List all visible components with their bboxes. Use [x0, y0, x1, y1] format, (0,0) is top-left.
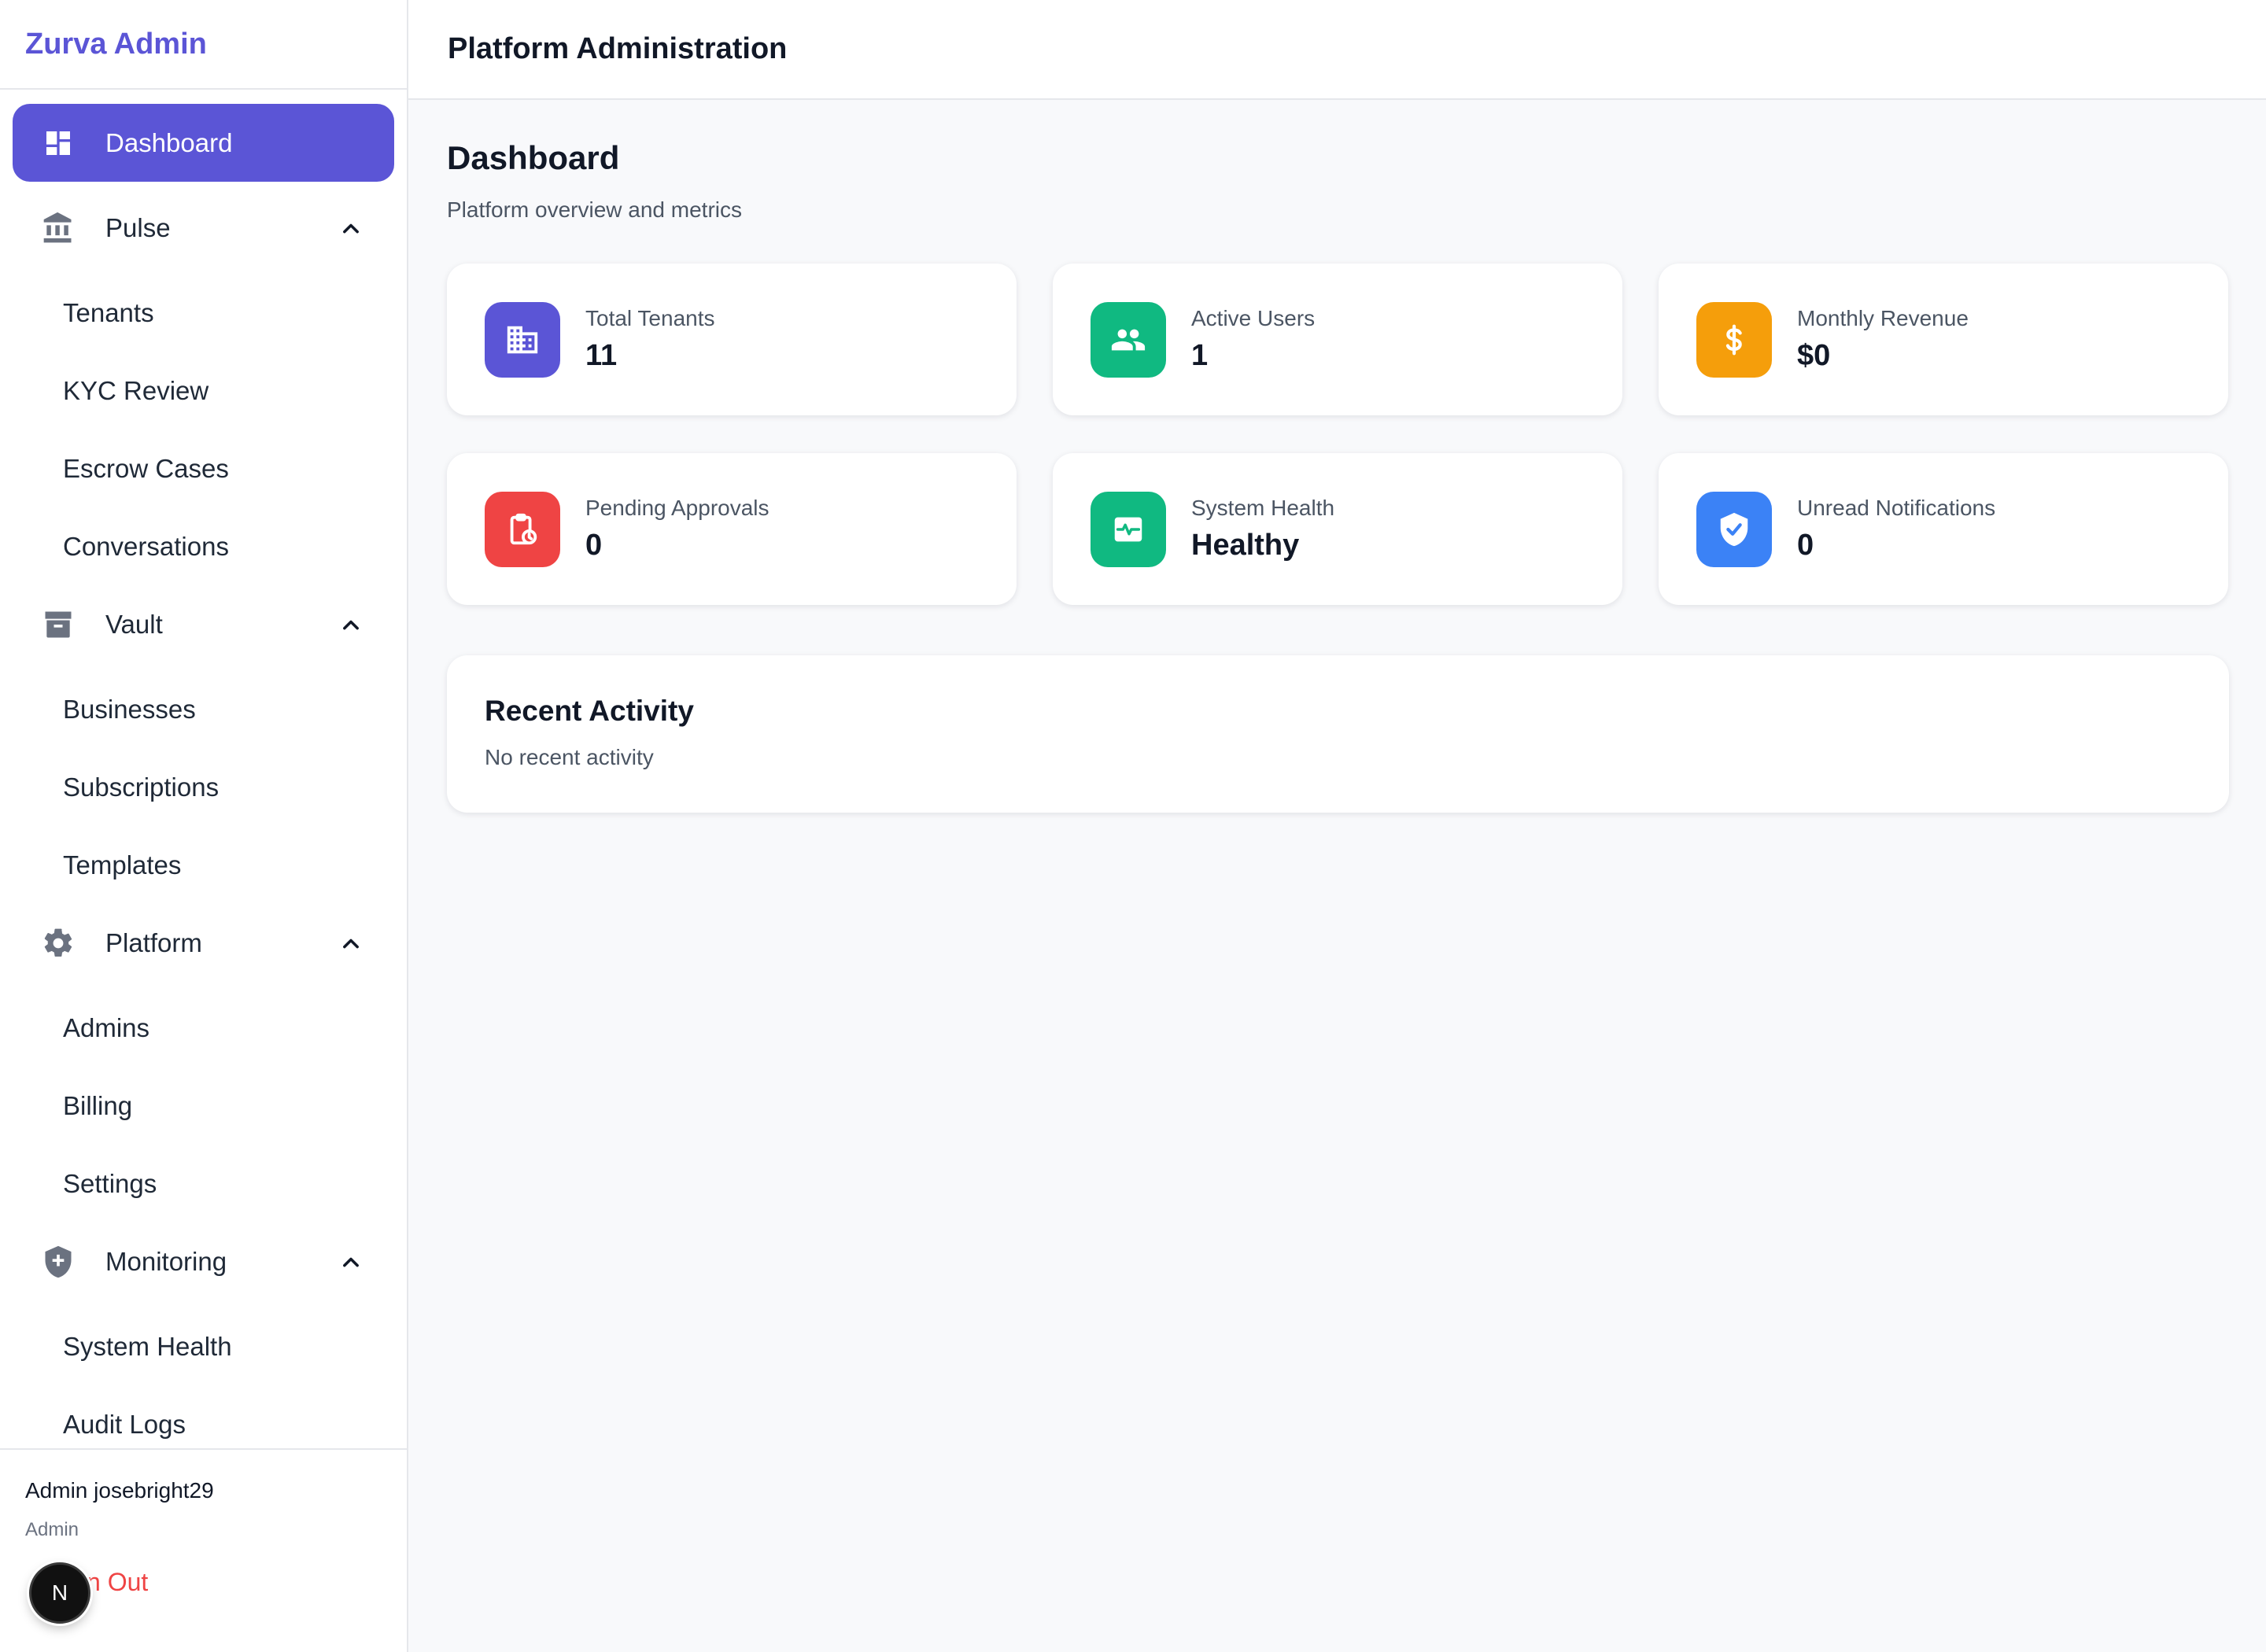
stat-label: Monthly Revenue — [1797, 306, 1969, 330]
sidebar-section-monitoring[interactable]: Monitoring — [13, 1222, 394, 1300]
sidebar-item-tenants[interactable]: Tenants — [13, 274, 394, 352]
pulse-monitor-icon — [1091, 491, 1166, 567]
sidebar-item-label: Dashboard — [105, 127, 233, 157]
stat-value: 0 — [1797, 529, 1814, 562]
user-name: Admin josebright29 — [25, 1478, 214, 1503]
stat-card-total-tenants: Total Tenants 11 — [447, 264, 1017, 415]
stat-card-pending-approvals: Pending Approvals 0 — [447, 453, 1017, 605]
dollar-icon — [1696, 301, 1772, 378]
sidebar-section-vault[interactable]: Vault — [13, 585, 394, 663]
recent-activity-empty: No recent activity — [485, 745, 654, 769]
page-title: Dashboard — [447, 139, 620, 176]
users-icon — [1091, 301, 1166, 378]
sidebar-item-businesses[interactable]: Businesses — [13, 670, 394, 748]
section-label: Platform — [105, 927, 202, 957]
top-bar: Platform Administration — [408, 0, 2266, 100]
shield-plus-icon — [41, 1245, 76, 1279]
building-icon — [485, 301, 560, 378]
section-label: Vault — [105, 609, 163, 639]
sidebar-item-kyc-review[interactable]: KYC Review — [13, 352, 394, 430]
stat-card-active-users: Active Users 1 — [1053, 264, 1622, 415]
stat-label: Pending Approvals — [585, 496, 769, 520]
chevron-up-icon[interactable] — [339, 931, 363, 955]
stats-grid: Total Tenants 11 Active Users 1 Monthly … — [447, 264, 2229, 605]
stat-card-monthly-revenue: Monthly Revenue $0 — [1659, 264, 2228, 415]
stat-label: Active Users — [1191, 306, 1316, 330]
stat-value: 11 — [585, 339, 618, 372]
chevron-up-icon[interactable] — [339, 613, 363, 636]
sidebar-item-billing[interactable]: Billing — [13, 1067, 394, 1145]
sidebar: Zurva Admin Dashboard Pulse Tenants KYC … — [0, 0, 408, 1652]
sidebar-item-settings[interactable]: Settings — [13, 1145, 394, 1222]
recent-activity-title: Recent Activity — [485, 695, 694, 727]
chevron-up-icon[interactable] — [339, 1250, 363, 1274]
chevron-up-icon[interactable] — [339, 216, 363, 240]
stat-value: $0 — [1797, 339, 1831, 372]
archive-icon — [41, 607, 76, 642]
bank-icon — [41, 211, 76, 245]
sidebar-section-pulse[interactable]: Pulse — [13, 189, 394, 267]
sidebar-item-subscriptions[interactable]: Subscriptions — [13, 748, 394, 826]
dashboard-icon — [41, 126, 76, 160]
stat-value: 1 — [1191, 339, 1209, 372]
stat-label: Unread Notifications — [1797, 496, 1996, 520]
stat-card-unread-notifications: Unread Notifications 0 — [1659, 453, 2228, 605]
sidebar-nav: Dashboard Pulse Tenants KYC Review Escro… — [0, 90, 407, 1463]
sidebar-item-templates[interactable]: Templates — [13, 826, 394, 904]
user-role: Admin — [25, 1519, 79, 1540]
stat-value: 0 — [585, 529, 603, 562]
stat-card-system-health: System Health Healthy — [1053, 453, 1622, 605]
section-label: Monitoring — [105, 1246, 227, 1276]
stat-label: Total Tenants — [585, 306, 715, 330]
stat-value: Healthy — [1191, 529, 1300, 562]
n-logo-icon: N — [52, 1580, 68, 1605]
sidebar-item-system-health[interactable]: System Health — [13, 1307, 394, 1385]
svg-text:N: N — [52, 1580, 68, 1605]
sidebar-item-dashboard[interactable]: Dashboard — [13, 104, 394, 182]
section-label: Pulse — [105, 212, 171, 242]
shield-check-icon — [1696, 491, 1772, 567]
sidebar-item-admins[interactable]: Admins — [13, 989, 394, 1067]
brand-logo[interactable]: Zurva Admin — [0, 0, 407, 90]
stat-label: System Health — [1191, 496, 1335, 520]
page-subtitle: Platform overview and metrics — [447, 197, 743, 222]
main-content: Dashboard Platform overview and metrics … — [447, 100, 2229, 813]
topbar-title: Platform Administration — [448, 32, 788, 65]
dev-tools-badge[interactable]: N — [29, 1562, 90, 1624]
recent-activity-panel: Recent Activity No recent activity — [447, 655, 2229, 813]
sidebar-section-platform[interactable]: Platform — [13, 904, 394, 982]
sidebar-item-conversations[interactable]: Conversations — [13, 507, 394, 585]
clipboard-clock-icon — [485, 491, 560, 567]
gear-icon — [41, 926, 76, 961]
sidebar-item-escrow-cases[interactable]: Escrow Cases — [13, 430, 394, 507]
